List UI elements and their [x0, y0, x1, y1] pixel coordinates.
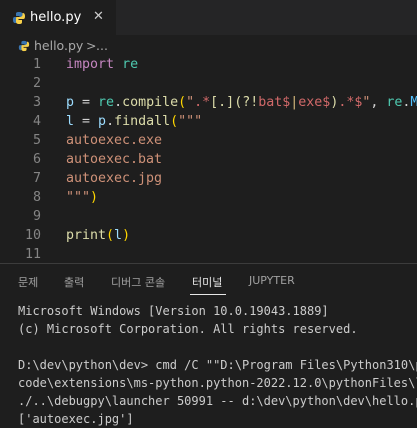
- string-literal: """: [66, 190, 91, 205]
- operator: =: [74, 114, 99, 129]
- tab-problems[interactable]: 문제: [18, 274, 38, 290]
- tab-label: hello.py: [30, 10, 82, 25]
- code-editor[interactable]: 1 import re 2 3 p = re.compile(".*[.](?!…: [0, 57, 417, 263]
- bracket: ): [122, 228, 131, 243]
- line-number: 4: [32, 114, 41, 129]
- code-line: 1 import re: [0, 57, 417, 76]
- code-line: 2: [0, 76, 417, 95]
- line-number: 11: [24, 247, 41, 262]
- string-literal: autoexec.bat: [66, 152, 163, 167]
- bracket: (: [178, 95, 187, 110]
- code-line: 8 """): [0, 190, 417, 209]
- string-literal: autoexec.exe: [66, 133, 163, 148]
- tab-debug-console[interactable]: 디버그 콘솔: [111, 274, 165, 290]
- python-file-icon: [13, 12, 25, 24]
- tab-terminal[interactable]: 터미널: [192, 274, 222, 290]
- code-line: 3 p = re.compile(".*[.](?!bat$|exe$).*$"…: [0, 95, 417, 114]
- chevron-right-icon: >: [86, 38, 97, 53]
- constant: M: [410, 95, 417, 110]
- code-line: 4 l = p.findall(""": [0, 114, 417, 133]
- code-line: 9: [0, 209, 417, 228]
- tab-output[interactable]: 출력: [64, 274, 84, 290]
- regex-group: (?!: [234, 95, 259, 110]
- tab-hello-py[interactable]: hello.py ✕: [0, 0, 116, 35]
- keyword: import: [66, 57, 115, 72]
- line-number: 9: [32, 209, 41, 224]
- terminal-line: (c) Microsoft Corporation. All rights re…: [18, 322, 358, 336]
- breadcrumb: hello.py > ...: [0, 35, 417, 57]
- active-tab-indicator: [190, 294, 226, 295]
- module-name: re: [122, 57, 139, 72]
- tab-jupyter[interactable]: JUPYTER: [249, 274, 295, 287]
- code-line: 6 autoexec.bat: [0, 152, 417, 171]
- variable: p: [66, 95, 75, 110]
- line-number: 2: [32, 76, 41, 91]
- terminal-line: Microsoft Windows [Version 10.0.19043.18…: [18, 304, 329, 318]
- bracket: (: [106, 228, 115, 243]
- terminal-line: ./..\debugpy\launcher 50991 -- d:\dev\py…: [18, 394, 417, 408]
- bracket: (: [170, 114, 179, 129]
- operator: =: [74, 95, 99, 110]
- line-number: 1: [32, 57, 41, 72]
- line-number: 10: [24, 228, 41, 243]
- function-name: findall: [114, 114, 171, 129]
- line-number: 5: [32, 133, 41, 148]
- terminal-line: code\extensions\ms-python.python-2022.12…: [18, 376, 417, 390]
- string-quote: ": [186, 95, 195, 110]
- regex-part: .*$: [338, 95, 363, 110]
- module-name: re: [98, 95, 115, 110]
- regex-part: .*: [194, 95, 211, 110]
- python-file-icon: [18, 40, 30, 52]
- string-literal: autoexec.jpg: [66, 171, 163, 186]
- code-line: 5 autoexec.exe: [0, 133, 417, 152]
- dot: .: [106, 114, 115, 129]
- code-line: 7 autoexec.jpg: [0, 171, 417, 190]
- line-number: 6: [32, 152, 41, 167]
- dot: .: [114, 95, 123, 110]
- variable: p: [98, 114, 107, 129]
- function-name: compile: [122, 95, 179, 110]
- breadcrumb-more[interactable]: ...: [96, 38, 108, 53]
- code-line: 10 print(l): [0, 228, 417, 247]
- terminal-line: D:\dev\python\dev> cmd /C ""D:\Program F…: [18, 358, 417, 372]
- variable: l: [66, 114, 75, 129]
- terminal-line: ['autoexec.jpg']: [18, 412, 134, 426]
- tab-bar: hello.py ✕: [0, 0, 417, 35]
- regex-part: bat$: [258, 95, 291, 110]
- breadcrumb-file[interactable]: hello.py: [34, 38, 83, 53]
- line-number: 3: [32, 95, 41, 110]
- variable: l: [114, 228, 123, 243]
- string-literal: """: [178, 114, 203, 129]
- line-number: 7: [32, 171, 41, 186]
- regex-part: exe$: [298, 95, 331, 110]
- close-icon[interactable]: ✕: [93, 9, 104, 24]
- module-name: re: [386, 95, 403, 110]
- regex-class: [.]: [210, 95, 235, 110]
- comma: ,: [370, 95, 387, 110]
- line-number: 8: [32, 190, 41, 205]
- bracket: ): [90, 190, 99, 205]
- function-name: print: [66, 228, 107, 243]
